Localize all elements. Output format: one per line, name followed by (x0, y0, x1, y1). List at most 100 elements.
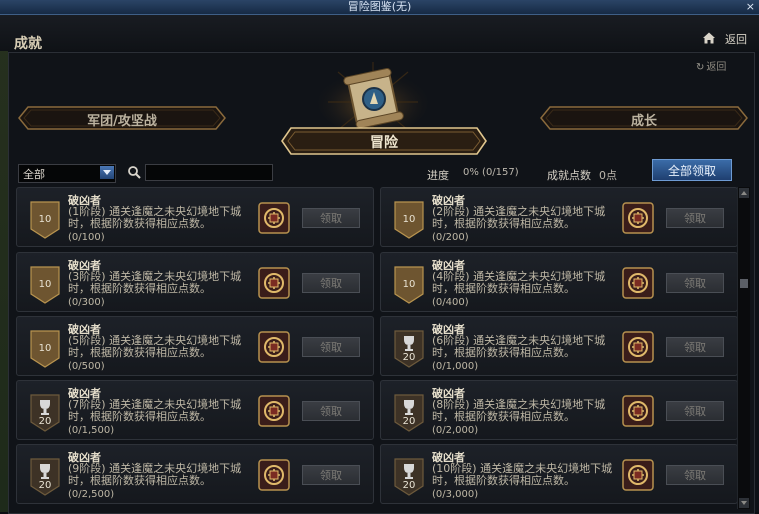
achievement-card: 20 破凶者 (7阶段) 通关逢魔之未央幻境地下城时，根据阶数获得相应点数。 (0/1… (16, 380, 374, 440)
claim-button[interactable]: 领取 (666, 401, 724, 421)
reward-box-icon[interactable] (622, 395, 654, 427)
achievement-card: 20 破凶者 (8阶段) 通关逢魔之未央幻境地下城时，根据阶数获得相应点数。 (0/2… (380, 380, 738, 440)
achievement-count: (0/1,500) (68, 425, 115, 436)
search-input[interactable] (145, 164, 273, 181)
claim-button[interactable]: 领取 (666, 337, 724, 357)
achievement-desc: (2阶段) 通关逢魔之未央幻境地下城时，根据阶数获得相应点数。 (432, 205, 606, 230)
reward-box-icon[interactable] (622, 331, 654, 363)
achievement-count: (0/2,000) (432, 425, 479, 436)
achievement-count: (0/300) (68, 297, 105, 308)
trophy-badge-icon: 20 (30, 394, 60, 432)
badge-points: 10 (38, 279, 52, 290)
achievement-count: (0/500) (68, 361, 105, 372)
achievement-desc: (6阶段) 通关逢魔之未央幻境地下城时，根据阶数获得相应点数。 (432, 334, 606, 359)
badge-points: 10 (38, 343, 52, 354)
category-filter-value: 全部 (23, 168, 45, 181)
tab-legion[interactable]: 军团/攻坚战 (18, 106, 226, 130)
claim-button[interactable]: 领取 (302, 273, 360, 293)
tab-legion-label: 军团/攻坚战 (87, 114, 157, 129)
badge-points: 10 (38, 214, 52, 225)
scrollbar[interactable] (737, 187, 750, 509)
trophy-badge-icon: 20 (30, 458, 60, 496)
trophy-badge-icon: 20 (394, 330, 424, 368)
shield-badge-icon: 10 (394, 201, 424, 239)
achievement-card: 10 破凶者 (4阶段) 通关逢魔之未央幻境地下城时，根据阶数获得相应点数。 (0/4… (380, 252, 738, 312)
back-button[interactable]: 返回 (725, 31, 747, 47)
home-icon[interactable] (701, 30, 717, 46)
achievement-card: 10 破凶者 (2阶段) 通关逢魔之未央幻境地下城时，根据阶数获得相应点数。 (0/2… (380, 187, 738, 247)
badge-points: 10 (402, 279, 416, 290)
badge-points: 20 (402, 416, 416, 427)
tab-growth-label: 成长 (630, 114, 657, 129)
tab-growth[interactable]: 成长 (540, 106, 748, 130)
badge-points: 10 (402, 214, 416, 225)
achievement-count: (0/2,500) (68, 489, 115, 500)
reward-box-icon[interactable] (258, 395, 290, 427)
progress-value: 0% (0/157) (463, 167, 519, 178)
background-strip (0, 15, 8, 512)
reward-box-icon[interactable] (258, 331, 290, 363)
achievement-count: (0/200) (432, 232, 469, 243)
achievement-count: (0/1,000) (432, 361, 479, 372)
close-icon[interactable]: × (746, 0, 755, 14)
panel-back-button[interactable]: ↻ 返回 (696, 58, 726, 73)
achievement-desc: (7阶段) 通关逢魔之未央幻境地下城时，根据阶数获得相应点数。 (68, 398, 242, 423)
badge-points: 20 (38, 416, 52, 427)
tab-adventure-label: 冒险 (370, 135, 398, 151)
achievement-card: 10 破凶者 (5阶段) 通关逢魔之未央幻境地下城时，根据阶数获得相应点数。 (0/5… (16, 316, 374, 376)
scroll-up-icon[interactable] (739, 188, 749, 198)
search-icon (128, 166, 141, 179)
reward-box-icon[interactable] (622, 459, 654, 491)
shield-badge-icon: 10 (30, 330, 60, 368)
achievement-card: 20 破凶者 (6阶段) 通关逢魔之未央幻境地下城时，根据阶数获得相应点数。 (0/1… (380, 316, 738, 376)
reward-box-icon[interactable] (622, 267, 654, 299)
reward-box-icon[interactable] (258, 267, 290, 299)
claim-button[interactable]: 领取 (666, 465, 724, 485)
scroll-down-icon[interactable] (739, 498, 749, 508)
achievement-desc: (1阶段) 通关逢魔之未央幻境地下城时，根据阶数获得相应点数。 (68, 205, 242, 230)
scroll-thumb[interactable] (740, 279, 748, 288)
shield-badge-icon: 10 (30, 201, 60, 239)
claim-button[interactable]: 领取 (666, 208, 724, 228)
claim-button[interactable]: 领取 (302, 465, 360, 485)
shield-badge-icon: 10 (30, 266, 60, 304)
claim-button[interactable]: 领取 (666, 273, 724, 293)
achievement-card: 20 破凶者 (10阶段) 通关逢魔之未央幻境地下城时，根据阶数获得相应点数。 (0/… (380, 444, 738, 504)
claim-button[interactable]: 领取 (302, 401, 360, 421)
badge-points: 20 (402, 480, 416, 491)
points-value: 0点 (599, 169, 617, 182)
reward-box-icon[interactable] (258, 459, 290, 491)
adventure-emblem-icon (318, 62, 428, 132)
trophy-badge-icon: 20 (394, 394, 424, 432)
achievement-card: 10 破凶者 (1阶段) 通关逢魔之未央幻境地下城时，根据阶数获得相应点数。 (0/1… (16, 187, 374, 247)
window-titlebar: 冒险图鉴(无) × (0, 0, 759, 15)
achievement-desc: (5阶段) 通关逢魔之未央幻境地下城时，根据阶数获得相应点数。 (68, 334, 242, 359)
achievement-count: (0/3,000) (432, 489, 479, 500)
panel-back-label: 返回 (706, 62, 727, 73)
reward-box-icon[interactable] (258, 202, 290, 234)
achievement-count: (0/400) (432, 297, 469, 308)
claim-all-button[interactable]: 全部领取 (652, 159, 732, 181)
badge-points: 20 (402, 352, 416, 363)
shield-badge-icon: 10 (394, 266, 424, 304)
category-filter[interactable]: 全部 (18, 164, 116, 183)
achievement-desc: (10阶段) 通关逢魔之未央幻境地下城时，根据阶数获得相应点数。 (432, 462, 613, 487)
achievement-desc: (3阶段) 通关逢魔之未央幻境地下城时，根据阶数获得相应点数。 (68, 270, 242, 295)
achievement-card: 10 破凶者 (3阶段) 通关逢魔之未央幻境地下城时，根据阶数获得相应点数。 (0/3… (16, 252, 374, 312)
tab-adventure[interactable]: 冒险 (281, 127, 487, 155)
points-label: 成就点数 (547, 169, 591, 182)
achievement-desc: (9阶段) 通关逢魔之未央幻境地下城时，根据阶数获得相应点数。 (68, 462, 242, 487)
claim-button[interactable]: 领取 (302, 208, 360, 228)
achievement-list: 10 破凶者 (1阶段) 通关逢魔之未央幻境地下城时，根据阶数获得相应点数。 (0/1… (16, 187, 738, 509)
return-icon: ↻ (696, 62, 705, 73)
page-title: 成就 (14, 36, 42, 52)
achievement-card: 20 破凶者 (9阶段) 通关逢魔之未央幻境地下城时，根据阶数获得相应点数。 (0/2… (16, 444, 374, 504)
claim-button[interactable]: 领取 (302, 337, 360, 357)
window-title: 冒险图鉴(无) (347, 0, 412, 13)
page-header: 成就 返回 (0, 15, 759, 52)
badge-points: 20 (38, 480, 52, 491)
achievement-desc: (4阶段) 通关逢魔之未央幻境地下城时，根据阶数获得相应点数。 (432, 270, 606, 295)
chevron-down-icon[interactable] (100, 166, 114, 179)
reward-box-icon[interactable] (622, 202, 654, 234)
progress-label: 进度 (427, 169, 449, 182)
